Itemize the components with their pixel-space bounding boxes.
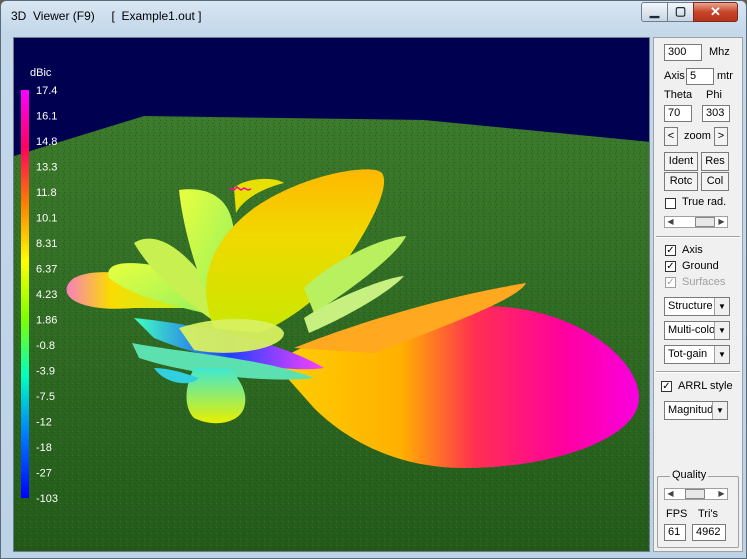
slider-left-arrow-icon[interactable]: ◀ (665, 217, 676, 227)
slider-thumb[interactable] (685, 489, 705, 499)
minimize-button[interactable]: ▁ (641, 2, 668, 22)
slider-thumb[interactable] (695, 217, 715, 227)
legend-tick-label: 17.4 (36, 85, 57, 97)
legend-tick-label: 11.8 (36, 187, 57, 199)
chevron-down-icon[interactable]: ▼ (714, 346, 729, 363)
tris-value: 4962 (692, 524, 726, 541)
title-bar[interactable]: 3D Viewer (F9) [ Example1.out ] ▁ ▢ ✕ (1, 1, 746, 31)
zoom-out-button[interactable]: < (664, 127, 678, 146)
legend-tick-label: 10.1 (36, 213, 57, 225)
legend-tick-label: 1.86 (36, 315, 57, 327)
legend-gradient-bar (21, 90, 29, 498)
legend-tick-label: -0.8 (36, 340, 55, 352)
divider (656, 371, 740, 373)
slider-left-arrow-icon[interactable]: ◀ (665, 489, 676, 499)
legend-tick-label: -7.5 (36, 391, 55, 403)
arrl-style-checkbox[interactable]: ✓ (661, 381, 672, 392)
res-button[interactable]: Res (701, 152, 729, 171)
gain-mode-select[interactable]: Tot-gain ▼ (664, 345, 730, 364)
legend-tick-label: 13.3 (36, 162, 57, 174)
legend-tick-label: 8.31 (36, 238, 57, 250)
minimize-icon: ▁ (649, 4, 660, 18)
col-button[interactable]: Col (701, 172, 729, 191)
legend-tick-label: 14.8 (36, 136, 57, 148)
gain-mode-value: Tot-gain (668, 348, 708, 360)
radiation-pattern-scene[interactable]: dBic 17.4 16.1 14.8 13.3 11.8 10.1 8.31 6.37 4.2… (14, 38, 650, 552)
window-title: 3D Viewer (F9) [ Example1.out ] (11, 9, 202, 23)
legend-tick-label: 16.1 (36, 111, 57, 123)
true-rad-label: True rad. (682, 196, 727, 208)
axis-checkbox-label: Axis (682, 244, 703, 256)
frequency-input[interactable]: 300 (664, 44, 702, 61)
maximize-button[interactable]: ▢ (667, 2, 694, 22)
surfaces-checkbox-label: Surfaces (682, 276, 726, 288)
theta-input[interactable]: 70 (664, 105, 692, 122)
fps-label: FPS (666, 508, 688, 520)
quality-slider[interactable]: ◀ ▶ (664, 488, 728, 500)
close-icon: ✕ (710, 4, 721, 19)
3d-viewport[interactable]: dBic 17.4 16.1 14.8 13.3 11.8 10.1 8.31 6.37 4.2… (13, 37, 650, 552)
frequency-unit: Mhz (709, 46, 730, 58)
legend-tick-label: -12 (36, 417, 52, 429)
true-rad-checkbox[interactable] (665, 198, 676, 209)
axis-checkbox[interactable]: ✓ (665, 245, 676, 256)
legend-tick-label: 6.37 (36, 264, 57, 276)
legend-tick-label: -18 (36, 442, 52, 454)
legend-tick-label: -3.9 (36, 366, 55, 378)
slider-right-arrow-icon[interactable]: ▶ (716, 489, 727, 499)
axis-length-unit: mtr (717, 70, 733, 82)
axis-length-label: Axis (664, 70, 685, 82)
phi-input[interactable]: 303 (702, 105, 730, 122)
zoom-label: zoom (684, 130, 711, 142)
tris-label: Tri's (698, 508, 719, 520)
rotc-button[interactable]: Rotc (664, 172, 698, 191)
axis-length-input[interactable]: 5 (686, 68, 714, 85)
scale-select[interactable]: Magnitud ▼ (664, 401, 728, 420)
legend-unit: dBic (30, 67, 52, 79)
fps-value: 61 (664, 524, 686, 541)
legend-tick-label: 4.23 (36, 289, 57, 301)
legend-tick-label: -27 (36, 468, 52, 480)
close-button[interactable]: ✕ (693, 2, 738, 22)
ground-checkbox[interactable]: ✓ (665, 261, 676, 272)
color-mode-select[interactable]: Multi-colo ▼ (664, 321, 730, 340)
ground-checkbox-label: Ground (682, 260, 719, 272)
phi-label: Phi (706, 89, 722, 101)
color-mode-value: Multi-colo (668, 324, 716, 336)
divider (656, 236, 740, 238)
legend-tick-label: -103 (36, 493, 58, 505)
scale-value: Magnitud (668, 404, 714, 416)
app-window: 3D Viewer (F9) [ Example1.out ] ▁ ▢ ✕ dB… (0, 0, 747, 559)
quality-label: Quality (670, 469, 709, 481)
display-mode-value: Structure (668, 300, 713, 312)
zoom-in-button[interactable]: > (714, 127, 728, 146)
control-panel: 300 Mhz Axis 5 mtr Theta Phi 70 303 < zo… (653, 37, 743, 552)
chevron-down-icon[interactable]: ▼ (714, 298, 729, 315)
surfaces-checkbox: ✓ (665, 277, 676, 288)
slider-right-arrow-icon[interactable]: ▶ (716, 217, 727, 227)
theta-label: Theta (664, 89, 693, 101)
display-mode-select[interactable]: Structure ▼ (664, 297, 730, 316)
ident-button[interactable]: Ident (664, 152, 698, 171)
chevron-down-icon[interactable]: ▼ (714, 322, 729, 339)
maximize-icon: ▢ (674, 4, 687, 18)
arrl-style-label: ARRL style (678, 380, 733, 392)
true-rad-slider[interactable]: ◀ ▶ (664, 216, 728, 228)
chevron-down-icon[interactable]: ▼ (712, 402, 727, 419)
